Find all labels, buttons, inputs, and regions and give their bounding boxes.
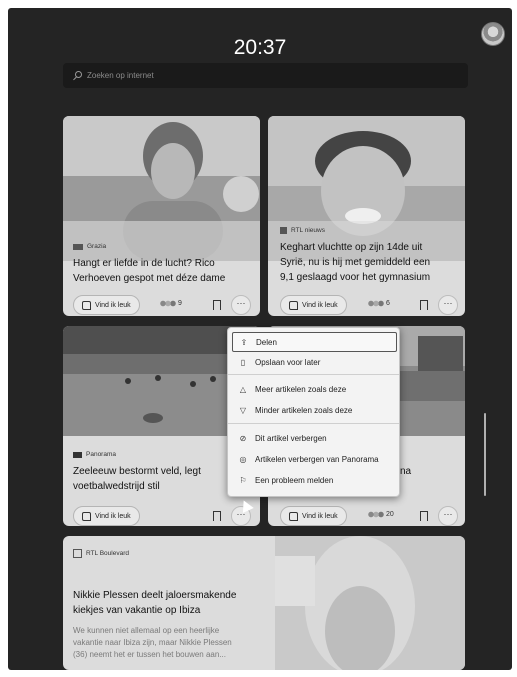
menu-item-hide-article[interactable]: ⊘ Dit artikel verbergen (232, 429, 395, 447)
card-description: We kunnen niet allemaal op een heerlijke… (73, 626, 232, 659)
reaction-count[interactable]: 9 (160, 300, 182, 307)
reactions-icon (368, 300, 384, 307)
card-title[interactable]: Hangt er liefde in de lucht? Rico Verhoev… (73, 256, 225, 286)
menu-item-report[interactable]: ⚐ Een probleem melden (232, 471, 395, 489)
reaction-count[interactable]: 20 (368, 511, 394, 518)
card-title[interactable]: Nikkie Plessen deelt jaloersmakende kiekj… (73, 588, 236, 618)
thumbs-up-icon (82, 511, 91, 521)
search-placeholder: Zoeken op internet (87, 71, 154, 80)
like-button[interactable]: Vind ik leuk (280, 506, 347, 526)
thumbs-up-icon (289, 300, 298, 310)
like-button[interactable]: Vind ik leuk (73, 295, 140, 315)
clock: 20:37 (233, 36, 287, 59)
menu-item-save[interactable]: ▯ Opslaan voor later (232, 353, 395, 371)
menu-item-share[interactable]: ⇪ Delen (232, 332, 397, 352)
more-options-button[interactable]: ··· (438, 295, 458, 315)
more-options-button[interactable]: ··· (438, 506, 458, 526)
thumbs-down-icon: ▽ (239, 405, 247, 415)
thumbs-up-icon (289, 511, 298, 521)
card-image (275, 536, 465, 670)
card-source: RTL Boulevard (73, 549, 129, 558)
hide-source-icon: ◎ (239, 454, 247, 464)
reaction-count[interactable]: 6 (368, 300, 390, 307)
search-bar[interactable]: Zoeken op internet (63, 63, 468, 88)
menu-item-more-like[interactable]: △ Meer artikelen zoals deze (232, 380, 395, 398)
reactions-icon (160, 300, 176, 307)
like-button[interactable]: Vind ik leuk (280, 295, 347, 315)
more-options-button[interactable]: ··· (231, 295, 251, 315)
card-title[interactable]: Keghart vluchtte op zijn 14de uit Syrië, … (280, 240, 430, 285)
bookmark-icon[interactable] (420, 511, 428, 524)
search-icon (73, 71, 82, 80)
card-source: Panorama (73, 451, 116, 458)
bookmark-icon[interactable] (213, 511, 221, 524)
menu-separator (228, 423, 399, 424)
source-logo-icon (280, 227, 287, 234)
profile-avatar[interactable] (481, 22, 505, 46)
news-card[interactable]: RTL Boulevard Nikkie Plessen deelt jaloe… (63, 536, 465, 670)
bookmark-icon[interactable] (420, 300, 428, 313)
news-card[interactable]: Grazia Hangt er liefde in de lucht? Rico… (63, 116, 260, 316)
flag-icon: ⚐ (239, 475, 247, 485)
bookmark-icon[interactable] (213, 300, 221, 313)
context-menu: ⇪ Delen ▯ Opslaan voor later △ Meer artikel… (227, 327, 400, 497)
card-title[interactable]: Zeeleeuw bestormt veld, legt voetbalwedst… (73, 464, 201, 494)
thumbs-up-icon: △ (239, 384, 247, 394)
source-logo-icon (73, 549, 82, 558)
reactions-icon (368, 511, 384, 518)
like-button[interactable]: Vind ik leuk (73, 506, 140, 526)
card-image (63, 116, 260, 261)
scrollbar[interactable] (484, 413, 486, 496)
news-card[interactable]: RTL nieuws Keghart vluchtte op zijn 14de… (268, 116, 465, 316)
thumbs-up-icon (82, 300, 91, 310)
source-logo-icon (73, 451, 82, 458)
source-logo-icon (73, 243, 83, 250)
card-title-fragment[interactable]: na (400, 464, 411, 479)
block-icon: ⊘ (239, 433, 247, 443)
share-icon: ⇪ (240, 337, 248, 347)
menu-item-less-like[interactable]: ▽ Minder artikelen zoals deze (232, 401, 395, 419)
card-source: Grazia (73, 243, 106, 250)
bookmark-icon: ▯ (240, 357, 246, 367)
menu-separator (228, 374, 399, 375)
card-source: RTL nieuws (280, 227, 325, 234)
menu-item-hide-source[interactable]: ◎ Artikelen verbergen van Panorama (232, 450, 395, 468)
